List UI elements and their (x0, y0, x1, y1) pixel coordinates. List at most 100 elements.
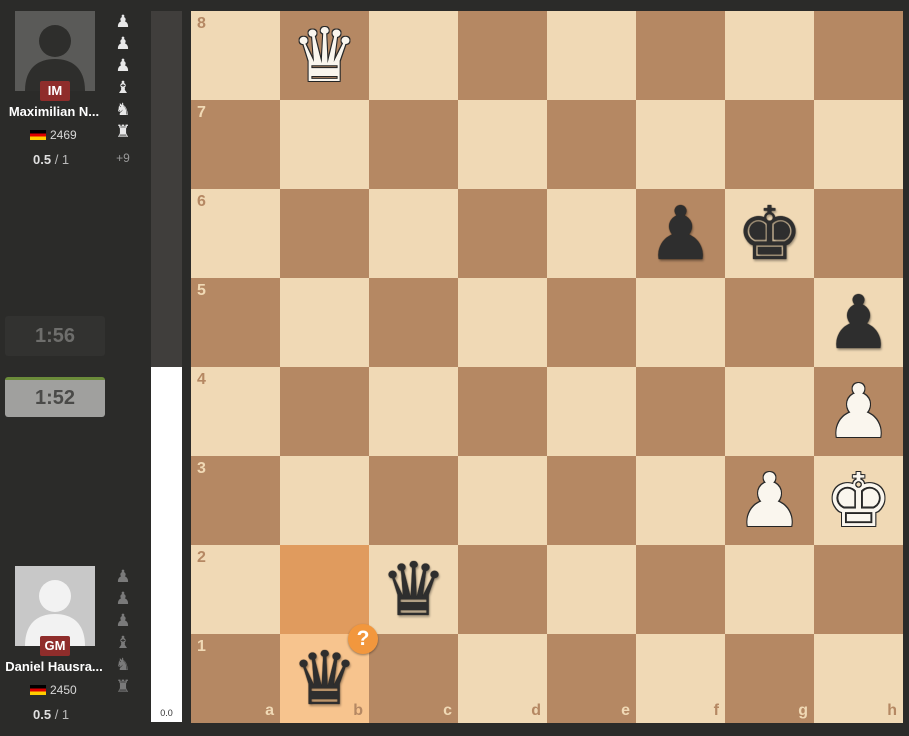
square-b1[interactable]: b ♛? (280, 624, 378, 723)
black-king-icon[interactable]: ♚ (725, 189, 814, 278)
rank-label: 2 (197, 549, 206, 566)
square-a1[interactable]: 1a (191, 634, 280, 723)
square-c5[interactable] (369, 278, 458, 367)
bottom-player-score: 0.5 / 1 (33, 707, 69, 722)
square-b5[interactable] (280, 278, 369, 367)
square-d4[interactable] (458, 367, 547, 456)
square-e3[interactable] (547, 456, 636, 545)
square-f4[interactable] (636, 367, 725, 456)
captured-bishop-icon: ♝ (115, 78, 131, 98)
square-h3[interactable]: ♚ (814, 456, 903, 545)
captured-rook-icon: ♜ (115, 122, 131, 142)
square-f7[interactable] (636, 100, 725, 189)
square-f6[interactable]: ♟ (636, 189, 725, 278)
square-h6[interactable] (814, 189, 903, 278)
bottom-player-rating: 2450 (30, 683, 77, 697)
captured-pawn-icon: ♟ (115, 34, 131, 54)
top-player-name[interactable]: Maximilian N... (2, 104, 106, 119)
square-f3[interactable] (636, 456, 725, 545)
black-pawn-icon[interactable]: ♟ (814, 278, 903, 367)
square-a4[interactable]: 4 (191, 367, 280, 456)
top-player-score-total: / 1 (51, 152, 70, 167)
square-g6[interactable]: ♚ (725, 189, 814, 278)
square-c2[interactable]: ♛ (369, 545, 458, 634)
square-g2[interactable] (725, 545, 814, 634)
square-g5[interactable] (725, 278, 814, 367)
square-a2[interactable]: 2 (191, 545, 280, 634)
square-e2[interactable] (547, 545, 636, 634)
square-d2[interactable] (458, 545, 547, 634)
captured-pawn-icon: ♟ (115, 567, 131, 587)
square-h4[interactable]: ♟ (814, 367, 903, 456)
captured-pawn-icon: ♟ (115, 611, 131, 631)
square-g7[interactable] (725, 100, 814, 189)
square-a5[interactable]: 5 (191, 278, 280, 367)
square-c3[interactable] (369, 456, 458, 545)
square-h2[interactable] (814, 545, 903, 634)
square-a3[interactable]: 3 (191, 456, 280, 545)
square-e6[interactable] (547, 189, 636, 278)
square-e8[interactable] (547, 11, 636, 100)
square-c6[interactable] (369, 189, 458, 278)
square-d1[interactable]: d (458, 634, 547, 723)
top-player-rating-value: 2469 (50, 128, 77, 142)
square-c8[interactable] (369, 11, 458, 100)
square-h8[interactable] (814, 11, 903, 100)
germany-flag-icon (30, 130, 46, 140)
square-d5[interactable] (458, 278, 547, 367)
square-e5[interactable] (547, 278, 636, 367)
square-b8[interactable]: ♛ (280, 11, 369, 100)
bottom-player-title-badge: GM (40, 636, 70, 656)
top-player-avatar[interactable] (15, 11, 95, 91)
black-pawn-icon[interactable]: ♟ (636, 189, 725, 278)
white-pawn-icon[interactable]: ♟ (725, 456, 814, 545)
square-c1[interactable]: c (369, 634, 458, 723)
white-king-icon[interactable]: ♚ (814, 456, 903, 545)
germany-flag-icon (30, 685, 46, 695)
bottom-player-name[interactable]: Daniel Hausra... (2, 659, 106, 674)
square-d3[interactable] (458, 456, 547, 545)
square-f2[interactable] (636, 545, 725, 634)
square-c7[interactable] (369, 100, 458, 189)
square-e7[interactable] (547, 100, 636, 189)
square-b7[interactable] (280, 100, 369, 189)
bottom-player-avatar[interactable] (15, 566, 95, 646)
square-a6[interactable]: 6 (191, 189, 280, 278)
square-g3[interactable]: ♟ (725, 456, 814, 545)
top-player-score-main: 0.5 (33, 152, 52, 167)
square-d8[interactable] (458, 11, 547, 100)
file-label: a (265, 702, 274, 719)
black-queen-icon[interactable]: ♛ (369, 545, 458, 634)
square-f5[interactable] (636, 278, 725, 367)
file-label: d (531, 702, 541, 719)
square-b4[interactable] (280, 367, 369, 456)
rank-label: 6 (197, 193, 206, 210)
square-d7[interactable] (458, 100, 547, 189)
mistake-annotation-badge: ? (348, 624, 378, 654)
square-b3[interactable] (280, 456, 369, 545)
square-e1[interactable]: e (547, 634, 636, 723)
square-h7[interactable] (814, 100, 903, 189)
square-d6[interactable] (458, 189, 547, 278)
top-player-title-badge: IM (40, 81, 70, 101)
square-h1[interactable]: h (814, 634, 903, 723)
square-a8[interactable]: 8 (191, 11, 280, 100)
square-c4[interactable] (369, 367, 458, 456)
evaluation-value: 0.0 (160, 708, 173, 718)
square-g4[interactable] (725, 367, 814, 456)
square-b6[interactable] (280, 189, 369, 278)
rank-label: 7 (197, 104, 206, 121)
white-pawn-icon[interactable]: ♟ (814, 367, 903, 456)
square-e4[interactable] (547, 367, 636, 456)
square-a7[interactable]: 7 (191, 100, 280, 189)
square-b2[interactable] (280, 545, 369, 634)
square-f8[interactable] (636, 11, 725, 100)
rank-label: 8 (197, 15, 206, 32)
white-queen-icon[interactable]: ♛ (280, 11, 369, 100)
chess-board[interactable]: 8 ♛ 7 6 ♟ ♚ 5 ♟ 4 ♟ 3 ♟ ♚ 2 ♛ 1 a b ♛? c d e f g h (191, 11, 903, 723)
square-g1[interactable]: g (725, 634, 814, 723)
square-f1[interactable]: f (636, 634, 725, 723)
square-h5[interactable]: ♟ (814, 278, 903, 367)
square-g8[interactable] (725, 11, 814, 100)
rank-label: 1 (197, 638, 206, 655)
